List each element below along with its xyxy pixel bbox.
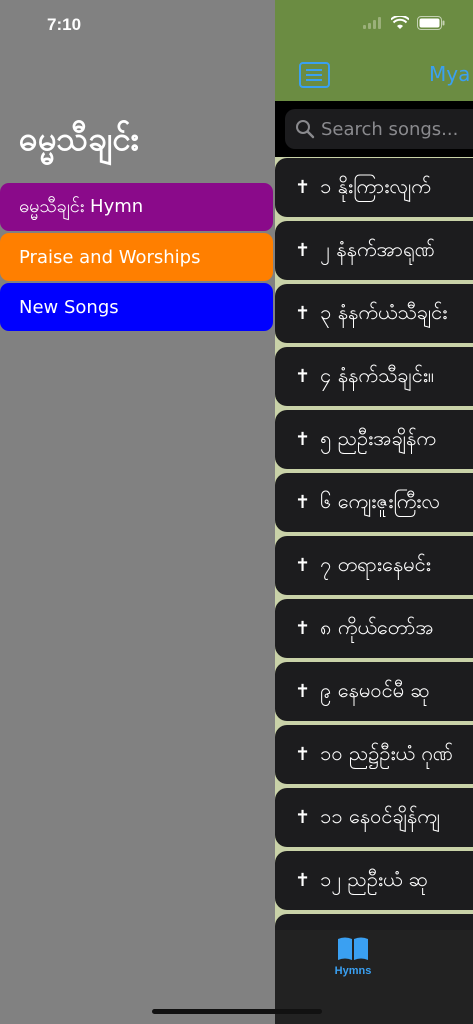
drawer-title: ဓမ္မသီချင်း bbox=[19, 119, 139, 158]
song-row[interactable]: ✝ ၃ နံနက်ယံသီချင်း bbox=[275, 284, 473, 343]
status-time: 7:10 bbox=[47, 15, 82, 34]
song-row[interactable]: ✝ ၉ နေမဝင်မီ ဆု bbox=[275, 662, 473, 721]
song-title: ၆ ကျေးဇူးကြီးလ bbox=[320, 488, 441, 513]
list-icon[interactable] bbox=[299, 62, 330, 88]
search-placeholder: Search songs... bbox=[321, 118, 459, 140]
song-title: ၁၁ နေဝင်ချိန်ကျ bbox=[320, 803, 440, 828]
menu-item-praise-worships[interactable]: Praise and Worships bbox=[0, 233, 273, 281]
search-icon bbox=[296, 120, 315, 139]
tab-hymns[interactable]: Hymns bbox=[327, 936, 379, 992]
cross-icon: ✝ bbox=[295, 177, 311, 198]
song-title: ၃ နံနက်ယံသီချင်း bbox=[320, 299, 448, 324]
cross-icon: ✝ bbox=[295, 492, 311, 513]
menu-item-label: ဓမ္မသီချင်း Hymn bbox=[19, 195, 144, 217]
song-row[interactable]: ✝ ၂ နံနက်အာရုဏ် bbox=[275, 221, 473, 280]
cross-icon: ✝ bbox=[295, 870, 311, 891]
song-title: ၁၂ ညဦးယံ ဆု bbox=[320, 866, 429, 891]
song-title: ၁ နိုးကြားလျက် bbox=[320, 173, 431, 198]
menu-item-label: New Songs bbox=[19, 296, 119, 318]
song-row[interactable]: ✝ ၁၀ ည၌ဦးယံ ဂုဏ် bbox=[275, 725, 473, 784]
nav-title: Mya bbox=[429, 62, 471, 86]
search-area: Search songs... bbox=[275, 101, 473, 157]
song-title: ၅ ညဦးအချိန်က bbox=[320, 425, 436, 450]
song-list: ✝ ၁ နိုးကြားလျက် ✝ ၂ နံနက်အာရုဏ် ✝ ၃ နံနက်ယ… bbox=[275, 157, 473, 973]
cross-icon: ✝ bbox=[295, 807, 311, 828]
song-row[interactable]: ✝ ၁ နိုးကြားလျက် bbox=[275, 158, 473, 217]
menu-item-label: Praise and Worships bbox=[19, 246, 201, 268]
song-title: ၈ ကိုယ်တော်အ bbox=[320, 614, 434, 639]
side-drawer: 7:10 ဓမ္မသီချင်း ဓမ္မသီချင်း Hymn Praise… bbox=[0, 0, 275, 1024]
song-row[interactable]: ✝ ၈ ကိုယ်တော်အ bbox=[275, 599, 473, 658]
wifi-icon bbox=[391, 16, 409, 29]
song-row[interactable]: ✝ ၅ ညဦးအချိန်က bbox=[275, 410, 473, 469]
battery-icon bbox=[417, 16, 445, 30]
navigation-bar: Mya bbox=[275, 0, 473, 101]
cross-icon: ✝ bbox=[295, 744, 311, 765]
status-icons bbox=[363, 16, 445, 30]
song-row[interactable]: ✝ ၁၁ နေဝင်ချိန်ကျ bbox=[275, 788, 473, 847]
cross-icon: ✝ bbox=[295, 366, 311, 387]
song-title: ၉ နေမဝင်မီ ဆု bbox=[320, 677, 430, 702]
cross-icon: ✝ bbox=[295, 429, 311, 450]
cross-icon: ✝ bbox=[295, 240, 311, 261]
cross-icon: ✝ bbox=[295, 618, 311, 639]
menu-item-new-songs[interactable]: New Songs bbox=[0, 283, 273, 331]
song-title: ၂ နံနက်အာရုဏ် bbox=[320, 236, 435, 261]
cross-icon: ✝ bbox=[295, 555, 311, 576]
cross-icon: ✝ bbox=[295, 681, 311, 702]
song-row[interactable]: ✝ ၇ တရားနေမင်း bbox=[275, 536, 473, 595]
home-indicator bbox=[152, 1009, 322, 1014]
tab-label: Hymns bbox=[334, 965, 372, 977]
song-title: ၁၀ ည၌ဦးယံ ဂုဏ် bbox=[320, 740, 453, 765]
menu-item-hymn[interactable]: ဓမ္မသီချင်း Hymn bbox=[0, 183, 273, 231]
song-row[interactable]: ✝ ၁၂ ညဦးယံ ဆု bbox=[275, 851, 473, 910]
search-input[interactable]: Search songs... bbox=[285, 109, 473, 149]
song-title: ၄ နံနက်သီချင်း။ bbox=[320, 362, 434, 387]
book-icon bbox=[338, 937, 368, 960]
cellular-signal-icon bbox=[363, 17, 381, 29]
main-screen: Mya Search songs... ✝ ၁ နိုးကြားလျက် ✝ ၂ န… bbox=[275, 0, 473, 1024]
song-row[interactable]: ✝ ၆ ကျေးဇူးကြီးလ bbox=[275, 473, 473, 532]
cross-icon: ✝ bbox=[295, 303, 311, 324]
song-row[interactable]: ✝ ၄ နံနက်သီချင်း။ bbox=[275, 347, 473, 406]
song-title: ၇ တရားနေမင်း bbox=[320, 551, 431, 576]
